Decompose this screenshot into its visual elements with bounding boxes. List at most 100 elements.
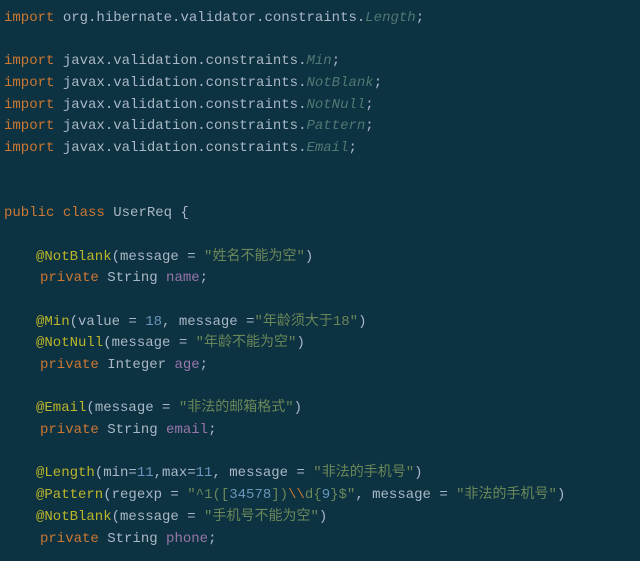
- string-literal: "年龄须大于18": [254, 314, 358, 330]
- string-literal: "非法的手机号": [456, 487, 557, 503]
- keyword-private: private: [40, 531, 99, 547]
- arg: , message =: [162, 314, 254, 330]
- blank-line: [4, 442, 636, 464]
- code-block: import org.hibernate.validator.constrain…: [4, 8, 636, 550]
- import-line: import javax.validation.constraints.Emai…: [4, 138, 636, 160]
- class-name: UserReq: [113, 205, 172, 221]
- annotation: @Pattern: [36, 487, 103, 503]
- arg: ,max=: [154, 465, 196, 481]
- semicolon: ;: [200, 270, 208, 286]
- arg: (message =: [86, 400, 178, 416]
- package-path: org.hibernate.validator.constraints.: [63, 10, 365, 26]
- regex-digits: 34578: [229, 487, 271, 503]
- string-literal: ]): [271, 487, 288, 503]
- import-line: import javax.validation.constraints.Min;: [4, 51, 636, 73]
- import-class: NotNull: [306, 97, 365, 113]
- string-literal: "非法的邮箱格式": [179, 400, 294, 416]
- string-literal: d{: [305, 487, 322, 503]
- keyword-public: public: [4, 205, 54, 221]
- keyword-private: private: [40, 422, 99, 438]
- string-literal: "非法的手机号": [313, 465, 414, 481]
- field-line: private String phone;: [4, 529, 636, 551]
- annotation-line: @NotBlank(message = "姓名不能为空"): [4, 247, 636, 269]
- string-literal: "姓名不能为空": [204, 249, 305, 265]
- annotation-line: @Pattern(regexp = "^1([34578])\\d{9}$", …: [4, 485, 636, 507]
- number-literal: 11: [196, 465, 213, 481]
- number-literal: 11: [137, 465, 154, 481]
- package-path: javax.validation.constraints.: [63, 75, 307, 91]
- type: String: [107, 422, 157, 438]
- annotation: @NotBlank: [36, 249, 112, 265]
- arg: (message =: [112, 509, 204, 525]
- arg: (message =: [103, 335, 195, 351]
- blank-line: [4, 182, 636, 204]
- keyword-import: import: [4, 53, 54, 69]
- annotation: @NotNull: [36, 335, 103, 351]
- field-name: age: [174, 357, 199, 373]
- brace-open: {: [172, 205, 189, 221]
- field-line: private String name;: [4, 268, 636, 290]
- paren-close: ): [358, 314, 366, 330]
- arg: (min=: [95, 465, 137, 481]
- annotation-line: @Min(value = 18, message ="年龄须大于18"): [4, 312, 636, 334]
- blank-line: [4, 225, 636, 247]
- import-line: import javax.validation.constraints.NotN…: [4, 95, 636, 117]
- annotation-line: @NotNull(message = "年龄不能为空"): [4, 333, 636, 355]
- keyword-private: private: [40, 357, 99, 373]
- arg: (regexp =: [103, 487, 187, 503]
- keyword-class: class: [63, 205, 105, 221]
- annotation: @NotBlank: [36, 509, 112, 525]
- arg: (message =: [112, 249, 204, 265]
- type: Integer: [107, 357, 166, 373]
- semicolon: ;: [208, 531, 216, 547]
- field-name: phone: [166, 531, 208, 547]
- escape-seq: \\: [288, 487, 305, 503]
- keyword-import: import: [4, 10, 54, 26]
- blank-line: [4, 377, 636, 399]
- arg: , message =: [355, 487, 456, 503]
- keyword-import: import: [4, 140, 54, 156]
- paren-close: ): [319, 509, 327, 525]
- paren-close: ): [414, 465, 422, 481]
- import-line: import javax.validation.constraints.NotB…: [4, 73, 636, 95]
- keyword-import: import: [4, 75, 54, 91]
- class-decl: public class UserReq {: [4, 203, 636, 225]
- string-literal: "年龄不能为空": [196, 335, 297, 351]
- string-literal: "^1([: [187, 487, 229, 503]
- paren-close: ): [294, 400, 302, 416]
- import-class: Length: [365, 10, 415, 26]
- blank-line: [4, 30, 636, 52]
- field-name: name: [166, 270, 200, 286]
- annotation: @Min: [36, 314, 70, 330]
- string-literal: }$": [330, 487, 355, 503]
- field-line: private Integer age;: [4, 355, 636, 377]
- arg: , message =: [212, 465, 313, 481]
- semicolon: ;: [200, 357, 208, 373]
- semicolon: ;: [208, 422, 216, 438]
- package-path: javax.validation.constraints.: [63, 53, 307, 69]
- package-path: javax.validation.constraints.: [63, 140, 307, 156]
- keyword-import: import: [4, 118, 54, 134]
- import-class: Email: [306, 140, 348, 156]
- paren-close: ): [296, 335, 304, 351]
- import-class: Min: [306, 53, 331, 69]
- field-name: email: [166, 422, 208, 438]
- import-class: Pattern: [306, 118, 365, 134]
- number-literal: 18: [145, 314, 162, 330]
- field-line: private String email;: [4, 420, 636, 442]
- paren-close: ): [557, 487, 565, 503]
- package-path: javax.validation.constraints.: [63, 118, 307, 134]
- paren-close: ): [305, 249, 313, 265]
- keyword-import: import: [4, 97, 54, 113]
- type: String: [107, 531, 157, 547]
- import-line: import org.hibernate.validator.constrain…: [4, 8, 636, 30]
- string-literal: "手机号不能为空": [204, 509, 319, 525]
- blank-line: [4, 290, 636, 312]
- annotation-line: @NotBlank(message = "手机号不能为空"): [4, 507, 636, 529]
- blank-line: [4, 160, 636, 182]
- annotation: @Email: [36, 400, 86, 416]
- arg: (value =: [70, 314, 146, 330]
- package-path: javax.validation.constraints.: [63, 97, 307, 113]
- annotation-line: @Length(min=11,max=11, message = "非法的手机号…: [4, 463, 636, 485]
- import-line: import javax.validation.constraints.Patt…: [4, 116, 636, 138]
